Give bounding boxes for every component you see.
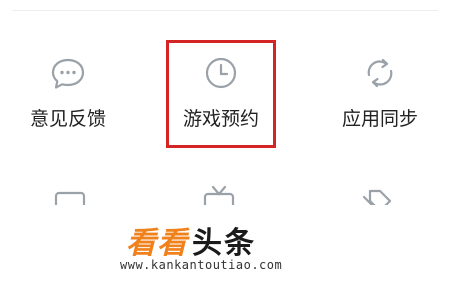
watermark-brand: 看看 头条 [126, 218, 256, 261]
watermark-brand-a: 看看 [126, 226, 188, 261]
tv-icon [203, 185, 235, 205]
grid-item-label: 意见反馈 [29, 108, 106, 130]
grid-item-label: 应用同步 [341, 108, 418, 130]
grid-item-partial-3[interactable] [356, 183, 396, 205]
watermark-logo: 看看 头条 www.kankantoutiao.com [120, 218, 340, 280]
tablet-icon [54, 191, 86, 205]
tag-icon [362, 189, 392, 205]
grid-item-app-sync[interactable]: 应用同步 [320, 55, 440, 135]
sync-icon [367, 58, 393, 88]
watermark-url: www.kankantoutiao.com [120, 258, 283, 272]
top-divider [12, 10, 438, 11]
grid-item-partial-2[interactable] [199, 183, 239, 205]
watermark-brand-b: 头条 [192, 226, 256, 261]
highlight-box [166, 40, 276, 148]
grid-item-feedback[interactable]: 意见反馈 [8, 55, 128, 135]
grid-item-partial-1[interactable] [50, 183, 90, 205]
corner-watermark [330, 283, 450, 300]
chat-bubble-icon [51, 58, 85, 89]
app-grid-screen: 意见反馈 游戏预约 应用同步 看看 头条 www.kankantoutiao.c… [0, 0, 450, 300]
